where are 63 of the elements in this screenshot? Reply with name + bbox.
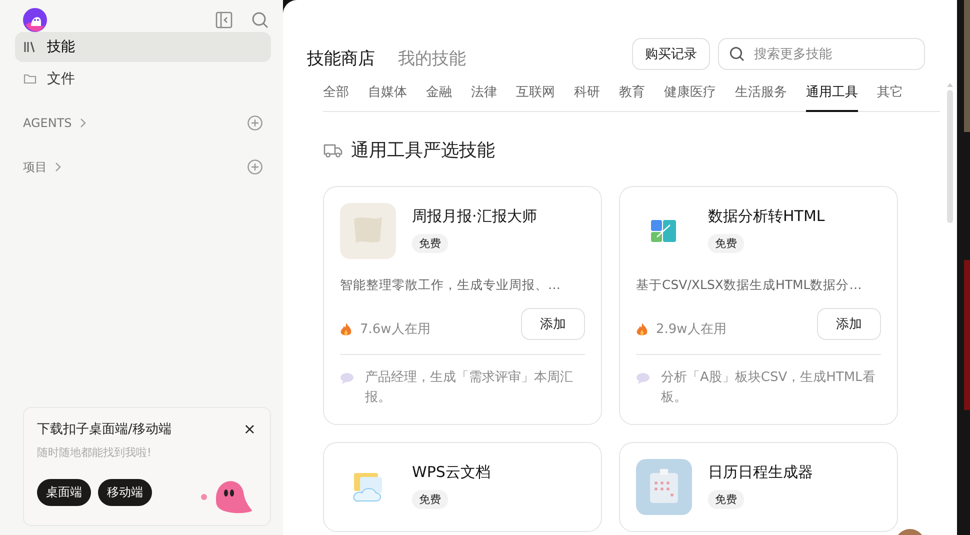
close-button[interactable]: ×: [241, 420, 258, 438]
search-field[interactable]: 搜索更多技能: [718, 38, 925, 70]
category-tab[interactable]: 通用工具: [806, 83, 858, 112]
folder-icon: [23, 72, 37, 86]
skill-card[interactable]: WPS云文档 免费: [323, 442, 602, 532]
category-tab[interactable]: 生活服务: [735, 83, 787, 112]
calendar-photo-placeholder: [636, 459, 692, 515]
speech-bubble-icon: [636, 372, 650, 384]
category-tab[interactable]: 互联网: [516, 83, 555, 112]
truck-icon: [323, 142, 343, 158]
flame-icon: [636, 322, 648, 336]
sidebar-toggle-icon[interactable]: [215, 11, 233, 29]
price-badge: 免费: [708, 234, 744, 253]
search-icon: [729, 46, 745, 62]
logo-icon: [23, 8, 47, 32]
purchase-history-button[interactable]: 购买记录: [632, 38, 710, 70]
price-badge: 免费: [412, 490, 448, 509]
skill-title: 周报月报·汇报大师: [412, 207, 537, 226]
example-prompt: 分析「A股」板块CSV，生成HTML看板。: [661, 369, 876, 407]
skill-title: 日历日程生成器: [708, 463, 813, 482]
price-badge: 免费: [412, 234, 448, 253]
category-tab[interactable]: 全部: [323, 83, 349, 112]
skill-description: 基于CSV/XLSX数据生成HTML数据分…: [636, 277, 863, 294]
price-badge: 免费: [708, 490, 744, 509]
chevron-right-icon: [78, 118, 87, 128]
download-button[interactable]: 桌面端: [37, 478, 91, 506]
usage-count: 7.6w人在用: [360, 321, 430, 338]
skill-title: 数据分析转HTML: [708, 207, 825, 226]
add-button[interactable]: 添加: [817, 308, 881, 340]
chevron-right-icon: [54, 162, 62, 172]
nav-item[interactable]: 文件: [15, 64, 271, 94]
add-button[interactable]: 添加: [521, 308, 585, 340]
skill-card[interactable]: 周报月报·汇报大师 免费 智能整理零散工作，生成专业周报、… 7.6w人在用 添加 产品经理，生成「需求评审」本周汇报。: [323, 186, 602, 425]
section-toggle[interactable]: 项目: [23, 158, 62, 176]
flame-icon: [340, 322, 352, 336]
skill-card[interactable]: 数据分析转HTML 免费 基于CSV/XLSX数据生成HTML数据分… 2.9w人在用 添加 分析「A股」板块CSV，生成HTML看板。: [619, 186, 898, 425]
category-tab[interactable]: 自媒体: [368, 83, 407, 112]
store-tab[interactable]: 我的技能: [398, 47, 466, 70]
usage-count: 2.9w人在用: [656, 321, 726, 338]
example-prompt: 产品经理，生成「需求评审」本周汇报。: [365, 369, 574, 407]
store-tab[interactable]: 技能商店: [307, 47, 375, 70]
section-title: 通用工具严选技能: [351, 139, 495, 162]
category-tab[interactable]: 法律: [471, 83, 497, 112]
paper-photo-placeholder: [340, 203, 396, 259]
download-button[interactable]: 移动端: [98, 478, 152, 506]
add-icon[interactable]: [247, 159, 263, 175]
section-toggle[interactable]: AGENTS: [23, 116, 87, 130]
add-icon[interactable]: [247, 115, 263, 131]
scrollbar[interactable]: [946, 83, 953, 223]
promo-title: 下载扣子桌面端/移动端: [37, 421, 172, 438]
books-icon: [23, 40, 37, 54]
category-tab[interactable]: 金融: [426, 83, 452, 112]
category-tab[interactable]: 教育: [619, 83, 645, 112]
category-tab[interactable]: 其它: [877, 83, 903, 112]
speech-bubble-icon: [340, 372, 354, 384]
category-tab[interactable]: 科研: [574, 83, 600, 112]
skill-title: WPS云文档: [412, 463, 490, 482]
search-icon[interactable]: [251, 11, 269, 29]
promo-subtitle: 随时随地都能找到我啦!: [37, 445, 152, 460]
nav-item[interactable]: 技能: [15, 32, 271, 62]
skill-card[interactable]: 日历日程生成器 免费: [619, 442, 898, 532]
category-tab[interactable]: 健康医疗: [664, 83, 716, 112]
skill-description: 智能整理零散工作，生成专业周报、…: [340, 277, 562, 294]
